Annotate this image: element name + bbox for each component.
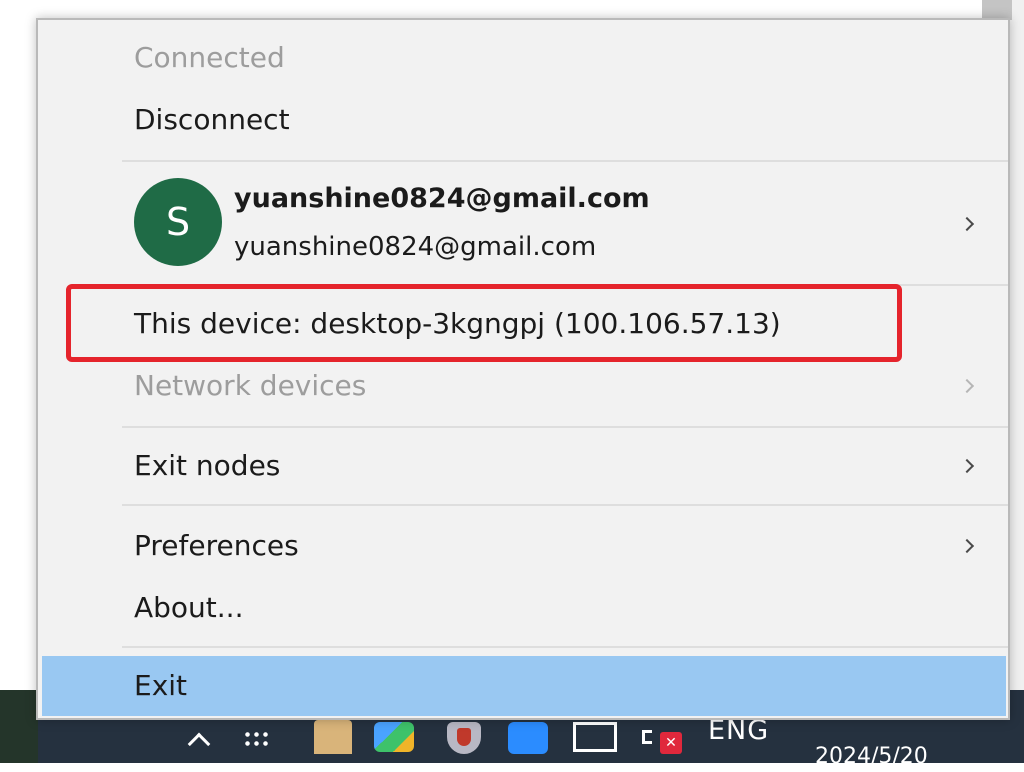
scrollbar-thumb[interactable] (982, 0, 1012, 20)
avatar: S (134, 178, 222, 266)
chevron-right-icon (962, 458, 978, 474)
menu-separator (122, 646, 1008, 648)
network-devices-item[interactable]: Network devices (134, 366, 366, 406)
folder-icon[interactable] (314, 720, 352, 754)
network-icon[interactable] (573, 722, 617, 752)
disconnect-item[interactable]: Disconnect (134, 100, 290, 140)
menu-separator (122, 160, 1008, 162)
taskbar-clock[interactable]: 2024/5/20 (815, 742, 1024, 772)
exit-label: Exit (134, 669, 188, 702)
pin-icon[interactable] (508, 722, 548, 754)
exit-nodes-item[interactable]: Exit nodes (134, 446, 280, 486)
status-label: Connected (134, 41, 285, 74)
volume-muted-icon[interactable] (640, 722, 684, 754)
exit-item[interactable]: Exit (42, 656, 1006, 716)
preferences-item[interactable]: Preferences (134, 526, 299, 566)
tray-context-menu: Connected Disconnect S yuanshine0824@gma… (36, 18, 1010, 720)
menu-separator (122, 426, 1008, 428)
menu-separator (122, 504, 1008, 506)
taskbar-left-edge (0, 690, 38, 763)
show-hidden-icons-chevron-icon[interactable] (182, 724, 216, 754)
account-name: yuanshine0824@gmail.com (234, 183, 650, 214)
chevron-right-icon (962, 538, 978, 554)
account-email: yuanshine0824@gmail.com (234, 232, 597, 262)
about-item[interactable]: About... (134, 588, 243, 628)
chevron-right-icon (962, 378, 978, 394)
app-icon[interactable] (374, 722, 414, 752)
language-indicator[interactable]: ENG (708, 716, 788, 746)
this-device-highlight-box (66, 284, 902, 362)
chevron-right-icon (962, 216, 978, 232)
grid-icon[interactable] (243, 730, 271, 748)
